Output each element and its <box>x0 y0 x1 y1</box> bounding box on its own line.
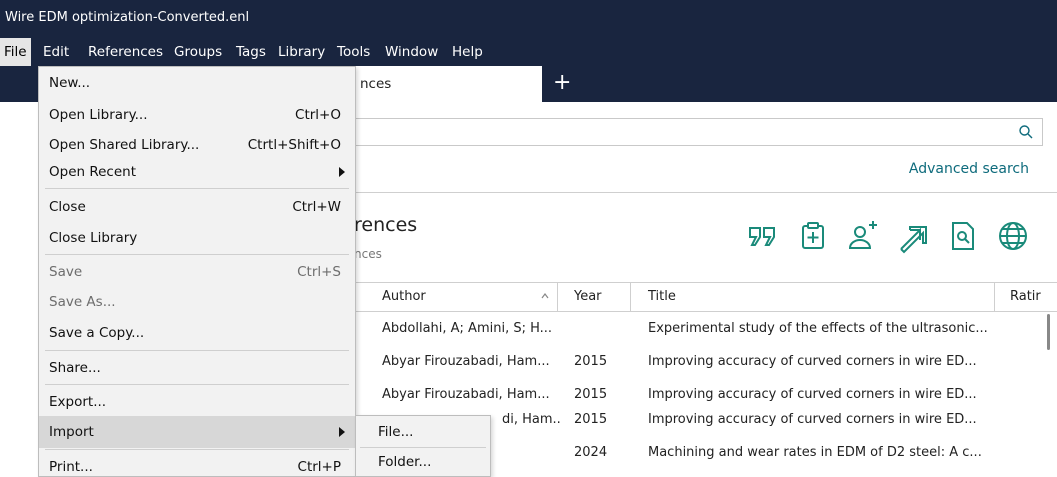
add-person-icon[interactable] <box>846 218 880 254</box>
menu-separator <box>45 384 349 385</box>
menu-item-label: Import <box>49 424 94 440</box>
menu-item-label: Save a Copy... <box>49 325 145 341</box>
cell-title: Machining and wear rates in EDM of D2 st… <box>648 445 982 460</box>
new-tab-button[interactable]: + <box>553 70 571 95</box>
menu-item-close-library[interactable]: Close Library <box>39 222 355 254</box>
menu-item-shortcut: Ctrl+O <box>295 107 341 123</box>
menu-item-export[interactable]: Export... <box>39 386 355 418</box>
menu-item-shortcut: Ctrl+S <box>297 264 341 280</box>
column-separator[interactable] <box>630 283 631 311</box>
group-title: rences <box>354 214 418 236</box>
vertical-scrollbar[interactable] <box>1045 312 1051 477</box>
sort-ascending-icon <box>541 293 549 299</box>
menu-item-share[interactable]: Share... <box>39 352 355 384</box>
menu-bar: File Edit References Groups Tags Library… <box>0 38 1057 66</box>
cell-title: Experimental study of the effects of the… <box>648 321 988 336</box>
submenu-item-file[interactable]: File... <box>356 417 490 447</box>
quote-icon[interactable] <box>746 218 780 254</box>
search-input[interactable] <box>354 118 1043 146</box>
share-arrow-icon[interactable] <box>896 218 930 254</box>
cell-author: Abyar Firouzabadi, Ham... <box>382 354 550 369</box>
cell-author: Abdollahi, A; Amini, S; H... <box>382 321 553 336</box>
menu-item-label: Export... <box>49 394 107 410</box>
menu-separator <box>45 254 349 255</box>
title-bar: Wire EDM optimization-Converted.enl <box>0 0 1057 38</box>
tab-library[interactable]: nces <box>354 66 542 102</box>
column-header-author[interactable]: Author <box>382 283 426 311</box>
menu-item-shortcut: Ctrl+P <box>297 459 341 475</box>
table-header: Author Year Title Ratir <box>354 282 1057 312</box>
submenu-arrow-icon <box>339 167 345 177</box>
menu-help[interactable]: Help <box>448 38 487 66</box>
scrollbar-thumb[interactable] <box>1047 314 1050 350</box>
advanced-search-link[interactable]: Advanced search <box>909 161 1029 177</box>
menu-item-new[interactable]: New... <box>39 67 355 99</box>
menu-item-close[interactable]: Close Ctrl+W <box>39 191 355 223</box>
file-menu: New... Open Library... Ctrl+O Open Share… <box>38 66 356 477</box>
menu-item-save-a-copy[interactable]: Save a Copy... <box>39 317 355 349</box>
column-header-year[interactable]: Year <box>574 283 602 311</box>
menu-tags[interactable]: Tags <box>232 38 270 66</box>
search-icon[interactable] <box>1018 124 1034 140</box>
window-title: Wire EDM optimization-Converted.enl <box>5 10 250 25</box>
menu-separator <box>45 449 349 450</box>
divider <box>354 192 1057 193</box>
menu-item-label: Save As... <box>49 294 116 310</box>
column-separator[interactable] <box>557 283 558 311</box>
menu-item-label: Share... <box>49 360 101 376</box>
submenu-item-folder[interactable]: Folder... <box>356 447 490 477</box>
menu-edit[interactable]: Edit <box>39 38 73 66</box>
column-header-rating[interactable]: Ratir <box>1010 283 1041 311</box>
reference-toolbar <box>746 218 1030 256</box>
menu-separator <box>45 188 349 189</box>
menu-tools[interactable]: Tools <box>333 38 374 66</box>
menu-item-label: Save <box>49 264 83 280</box>
menu-item-save-as: Save As... <box>39 286 355 318</box>
cell-year: 2024 <box>574 445 608 460</box>
cell-title: Improving accuracy of curved corners in … <box>648 412 977 427</box>
menu-item-save: Save Ctrl+S <box>39 256 355 288</box>
menu-file[interactable]: File <box>0 38 31 66</box>
cell-author: di, Ham... <box>502 412 562 427</box>
menu-library[interactable]: Library <box>274 38 329 66</box>
menu-separator <box>45 350 349 351</box>
table-row[interactable]: Abyar Firouzabadi, Ham... 2015 Improving… <box>354 345 1044 378</box>
globe-icon[interactable] <box>996 218 1030 254</box>
menu-item-label: Open Library... <box>49 107 148 123</box>
cell-title: Improving accuracy of curved corners in … <box>648 354 977 369</box>
menu-item-print[interactable]: Print... Ctrl+P <box>39 451 355 477</box>
column-header-title[interactable]: Title <box>648 283 676 311</box>
import-submenu: File... Folder... <box>355 415 491 477</box>
menu-groups[interactable]: Groups <box>170 38 226 66</box>
menu-references[interactable]: References <box>84 38 167 66</box>
menu-item-label: Print... <box>49 459 93 475</box>
table-row[interactable]: Abdollahi, A; Amini, S; H... Experimenta… <box>354 312 1044 345</box>
menu-item-open-library[interactable]: Open Library... Ctrl+O <box>39 99 355 131</box>
menu-item-label: Open Recent <box>49 164 137 180</box>
submenu-arrow-icon <box>339 427 345 437</box>
column-separator[interactable] <box>994 283 995 311</box>
menu-window[interactable]: Window <box>381 38 442 66</box>
menu-item-open-recent[interactable]: Open Recent <box>39 156 355 188</box>
menu-item-label: New... <box>49 75 91 91</box>
tab-label: nces <box>360 76 392 92</box>
cell-year: 2015 <box>574 354 608 369</box>
group-subtitle: nces <box>354 247 382 261</box>
menu-item-shortcut: Ctrl+W <box>292 199 341 215</box>
find-in-pdf-icon[interactable] <box>946 218 980 254</box>
menu-item-import[interactable]: Import <box>39 416 355 448</box>
menu-item-label: Close <box>49 199 86 215</box>
clipboard-add-icon[interactable] <box>796 218 830 254</box>
menu-item-label: Close Library <box>49 230 138 246</box>
cell-year: 2015 <box>574 412 608 427</box>
